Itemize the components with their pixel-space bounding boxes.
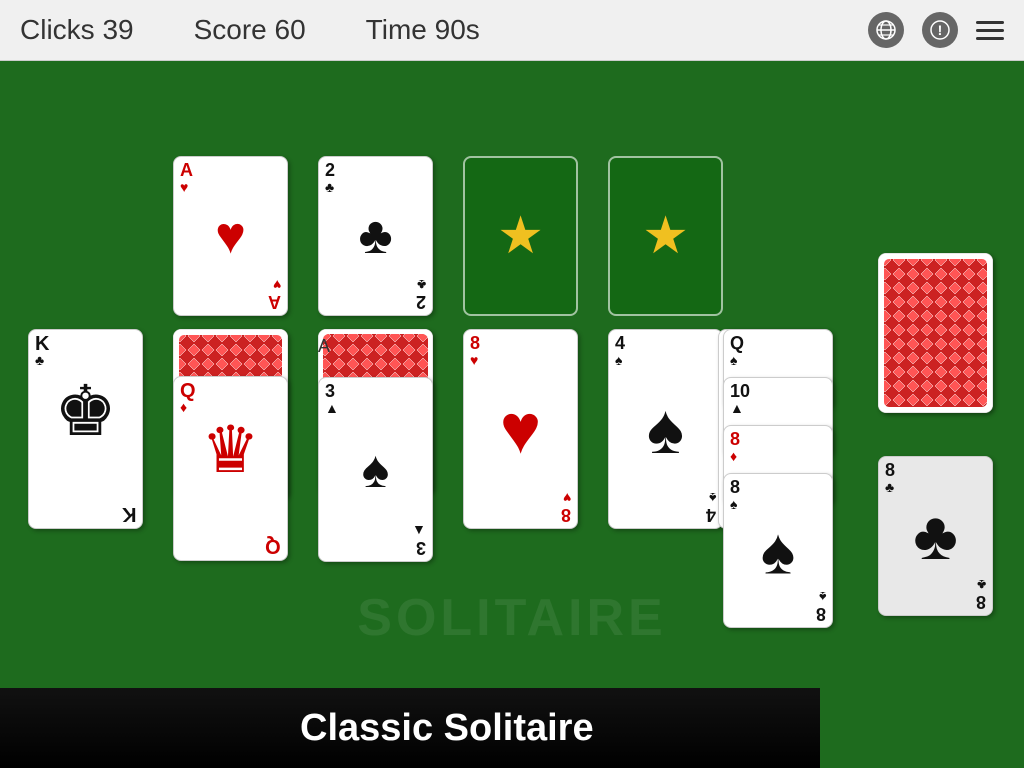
foundation-star-4: ★ [642, 206, 689, 266]
foundation-empty-4[interactable]: ★ [608, 156, 723, 316]
foundation-card-1[interactable]: A ♥ ♥ ♥ A [173, 156, 288, 316]
game-title: Classic Solitaire [300, 707, 594, 750]
tableau-col5-4spades[interactable]: 4 ♠ ♠ ♠ 4 [608, 329, 723, 529]
tableau-col2-queen[interactable]: Q ♦ ♛ Q [173, 376, 288, 561]
foundation-empty-3[interactable]: ★ [463, 156, 578, 316]
alert-icon[interactable]: ! [922, 12, 958, 48]
tableau-col1-king[interactable]: K ♣ ♚ K [28, 329, 143, 529]
score-stat: Score 60 [194, 14, 306, 46]
foundation-card-2[interactable]: 2 ♣ ♣ ♣ 2 [318, 156, 433, 316]
svg-text:!: ! [938, 22, 943, 38]
tableau-col3-3spades[interactable]: 3 ▲ ♠ ▲ 3 [318, 377, 433, 562]
time-stat: Time 90s [366, 14, 480, 46]
waste-card[interactable]: 8 ♣ ♣ ♣ 8 [878, 456, 993, 616]
header-icons: ! [868, 12, 1004, 48]
stock-pile[interactable] [878, 253, 993, 413]
tableau-col4-8hearts[interactable]: 8 ♥ ♥ ♥ 8 [463, 329, 578, 529]
menu-icon[interactable] [976, 21, 1004, 40]
game-area[interactable]: SOLITAIRE A ♥ ♥ ♥ A 2 ♣ ♣ ♣ 2 ★ ★ [0, 61, 1024, 768]
clicks-stat: Clicks 39 [20, 14, 134, 46]
header: Clicks 39 Score 60 Time 90s ! [0, 0, 1024, 61]
stats-group: Clicks 39 Score 60 Time 90s [20, 14, 480, 46]
tableau-col7-8spades[interactable]: 8 ♠ ♠ ♠ 8 [723, 473, 833, 628]
watermark: SOLITAIRE [357, 588, 666, 648]
foundation-star-3: ★ [497, 206, 544, 266]
bottom-banner: Classic Solitaire [0, 688, 820, 768]
globe-icon[interactable] [868, 12, 904, 48]
